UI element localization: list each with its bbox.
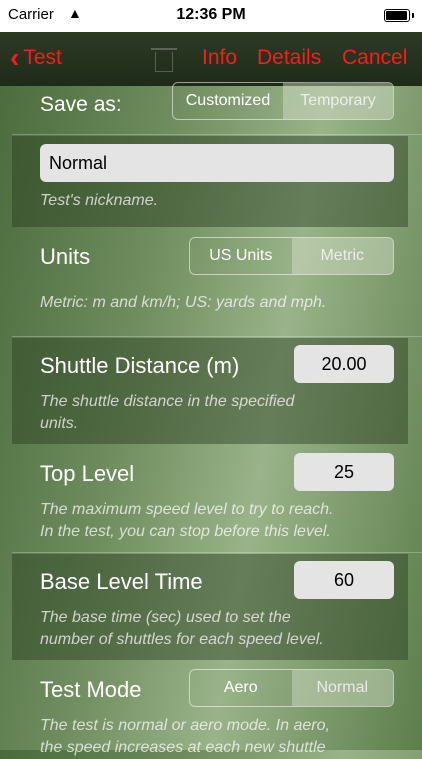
navigation-bar: ‹ Test Info Details Cancel xyxy=(0,32,422,86)
test-mode-segmented-control[interactable]: Aero Normal xyxy=(189,669,394,707)
nickname-row: Normal Test's nickname. xyxy=(12,136,408,227)
info-button[interactable]: Info xyxy=(202,46,237,70)
test-mode-label: Test Mode xyxy=(40,677,142,702)
segment-customized[interactable]: Customized xyxy=(173,83,283,119)
base-level-time-label: Base Level Time xyxy=(40,569,203,594)
top-level-description-line1: The maximum speed level to try to reach. xyxy=(40,501,334,518)
test-mode-row: Test Mode Aero Normal The test is normal… xyxy=(0,660,422,756)
cancel-button[interactable]: Cancel xyxy=(342,46,407,70)
save-as-row: Save as: Customized Temporary xyxy=(0,82,422,134)
units-segmented-control[interactable]: US Units Metric xyxy=(189,237,394,275)
battery-icon xyxy=(384,9,414,22)
test-mode-description-line1: The test is normal or aero mode. In aero… xyxy=(40,717,330,734)
chevron-left-icon: ‹ xyxy=(10,42,20,73)
trash-icon[interactable] xyxy=(151,48,177,72)
status-time: 12:36 PM xyxy=(176,6,246,23)
base-level-time-value: 60 xyxy=(333,570,355,590)
shuttle-description-line2: units. xyxy=(40,415,79,432)
divider xyxy=(12,134,422,135)
segment-temporary[interactable]: Temporary xyxy=(283,83,393,119)
details-button[interactable]: Details xyxy=(257,46,321,70)
top-level-value: 25 xyxy=(333,462,355,482)
base-time-description-line1: The base time (sec) used to set the xyxy=(40,609,291,626)
back-button[interactable]: ‹ Test xyxy=(10,42,62,73)
segment-normal[interactable]: Normal xyxy=(291,670,393,706)
shuttle-distance-label: Shuttle Distance (m) xyxy=(40,353,240,378)
segment-us-units[interactable]: US Units xyxy=(190,238,292,274)
top-level-row: Top Level 25 The maximum speed level to … xyxy=(0,444,422,552)
shuttle-distance-field[interactable]: 20.00 xyxy=(294,345,394,383)
top-level-field[interactable]: 25 xyxy=(294,453,394,491)
back-label: Test xyxy=(23,46,62,69)
base-level-time-row: Base Level Time 60 The base time (sec) u… xyxy=(12,554,408,660)
test-mode-description-line2: the speed increases at each new shuttle xyxy=(40,739,326,756)
save-as-segmented-control[interactable]: Customized Temporary xyxy=(172,82,394,120)
nickname-value: Normal xyxy=(49,153,108,173)
segment-metric[interactable]: Metric xyxy=(291,238,393,274)
nickname-field[interactable]: Normal xyxy=(40,144,394,182)
units-label: Units xyxy=(40,244,91,269)
divider xyxy=(12,336,422,337)
top-level-label: Top Level xyxy=(40,461,135,486)
base-time-description-line2: number of shuttles for each speed level. xyxy=(40,631,324,648)
shuttle-description-line1: The shuttle distance in the specified xyxy=(40,393,295,410)
base-level-time-field[interactable]: 60 xyxy=(294,561,394,599)
status-bar: Carrier ▲ 12:36 PM xyxy=(0,0,422,32)
segment-aero[interactable]: Aero xyxy=(190,670,292,706)
nickname-description: Test's nickname. xyxy=(40,192,159,209)
top-level-description-line2: In the test, you can stop before this le… xyxy=(40,523,331,540)
units-row: Units US Units Metric Metric: m and km/h… xyxy=(0,227,422,335)
units-description: Metric: m and km/h; US: yards and mph. xyxy=(40,294,327,311)
save-as-label: Save as: xyxy=(40,93,122,116)
divider xyxy=(12,552,422,553)
shuttle-distance-value: 20.00 xyxy=(321,354,367,374)
shuttle-distance-row: Shuttle Distance (m) 20.00 The shuttle d… xyxy=(12,338,408,444)
